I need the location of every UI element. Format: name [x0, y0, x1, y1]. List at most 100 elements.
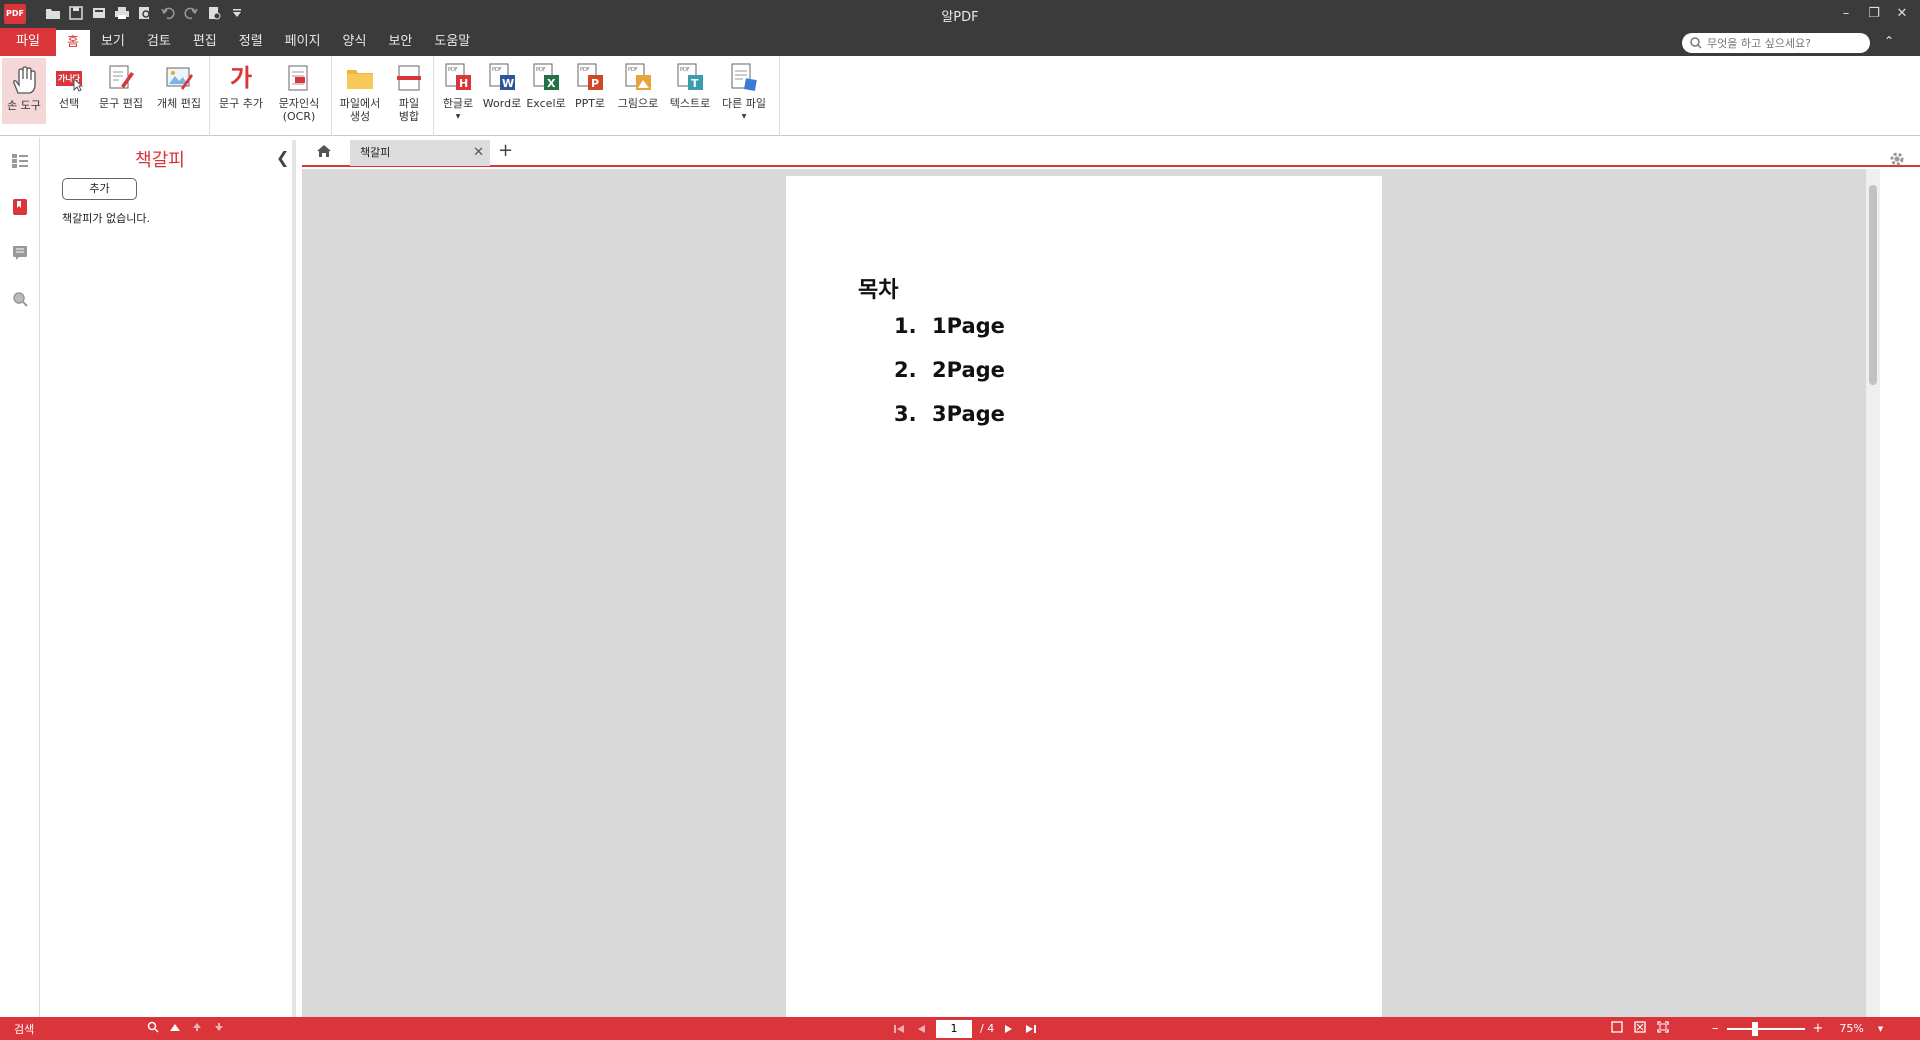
zoom-slider-handle[interactable] — [1751, 1021, 1758, 1036]
restore-button[interactable]: ❐ — [1862, 2, 1886, 24]
convert-text-label: 텍스트로 — [669, 97, 711, 110]
scrollbar-thumb[interactable] — [1869, 185, 1877, 385]
svg-text:T: T — [691, 77, 699, 90]
convert-image-label: 그림으로 — [617, 97, 659, 110]
close-icon[interactable]: ✕ — [473, 140, 484, 166]
add-bookmark-button[interactable]: 추가 — [62, 178, 137, 200]
toc-heading: 목차 — [858, 278, 899, 303]
gear-icon[interactable] — [1888, 150, 1906, 168]
toc-item: 2. 2Page — [894, 358, 1005, 382]
edit-object-button[interactable]: 개체 편집 — [150, 56, 208, 126]
convert-excel-button[interactable]: PDF X Excel로 — [524, 56, 568, 126]
other-file-icon — [728, 62, 760, 94]
title-bar: PDF 알PDF – ❐ ✕ — [0, 0, 1920, 28]
select-label: 선택 — [58, 97, 80, 110]
first-page-icon[interactable] — [892, 1022, 906, 1036]
word-icon: PDF W — [486, 62, 518, 94]
home-icon[interactable] — [316, 143, 332, 159]
convert-hwp-button[interactable]: PDF H 한글로 ▼ — [436, 56, 480, 126]
undo-icon[interactable] — [159, 4, 177, 22]
previous-result-icon[interactable] — [190, 1020, 204, 1034]
last-page-icon[interactable] — [1024, 1022, 1038, 1036]
zoom-in-button[interactable]: + — [1813, 1021, 1824, 1036]
ppt-icon: PDF P — [574, 62, 606, 94]
convert-text-button[interactable]: PDF T 텍스트로 — [664, 56, 716, 126]
select-button[interactable]: 가나다 선택 — [46, 56, 92, 126]
convert-word-label: Word로 — [482, 97, 522, 110]
tab-security[interactable]: 보안 — [377, 28, 423, 56]
image-icon: PDF — [622, 62, 654, 94]
fit-width-icon[interactable] — [1656, 1020, 1670, 1034]
bookmark-icon[interactable] — [10, 197, 30, 217]
close-button[interactable]: ✕ — [1890, 2, 1914, 24]
bookmark-panel: 책갈피 ❮ 추가 책갈피가 없습니다. — [44, 140, 296, 1017]
tab-edit[interactable]: 편집 — [182, 28, 228, 56]
zoom-level: 75% — [1839, 1022, 1864, 1035]
tab-review[interactable]: 검토 — [136, 28, 182, 56]
tab-view[interactable]: 보기 — [90, 28, 136, 56]
print-preview-icon[interactable] — [136, 4, 154, 22]
print-icon[interactable] — [113, 4, 131, 22]
search-options-icon[interactable] — [168, 1020, 182, 1034]
next-page-icon[interactable] — [1002, 1022, 1016, 1036]
customize-dropdown-icon[interactable] — [228, 4, 246, 22]
zoom-slider[interactable] — [1726, 1021, 1805, 1036]
redo-icon[interactable] — [182, 4, 200, 22]
minimize-button[interactable]: – — [1834, 2, 1858, 24]
save-as-icon[interactable] — [90, 4, 108, 22]
window-title: 알PDF — [941, 10, 979, 25]
collapse-ribbon-button[interactable]: ⌃ — [1884, 34, 1894, 48]
svg-text:P: P — [591, 77, 599, 90]
tab-page[interactable]: 페이지 — [274, 28, 332, 56]
collapse-panel-icon[interactable]: ❮ — [276, 148, 289, 167]
svg-text:W: W — [502, 77, 514, 90]
chevron-down-icon[interactable]: ▼ — [1878, 1025, 1883, 1033]
convert-other-button[interactable]: 다른 파일 ▼ — [716, 56, 772, 126]
add-text-icon: 가 — [229, 63, 253, 92]
empty-message: 책갈피가 없습니다. — [62, 212, 150, 225]
zoom-out-button[interactable]: – — [1712, 1021, 1719, 1036]
convert-ppt-button[interactable]: PDF P PPT로 — [568, 56, 612, 126]
create-from-file-button[interactable]: 파일에서 생성 — [334, 56, 386, 126]
new-tab-button[interactable]: + — [498, 140, 513, 161]
hand-tool-button[interactable]: 손 도구 — [2, 58, 46, 124]
thumbnails-icon[interactable] — [10, 151, 30, 171]
tab-help[interactable]: 도움말 — [423, 28, 481, 56]
search-icon[interactable] — [146, 1020, 160, 1034]
single-page-icon[interactable] — [1610, 1020, 1624, 1034]
save-icon[interactable] — [67, 4, 85, 22]
edit-object-label: 개체 편집 — [157, 97, 201, 110]
convert-hwp-label: 한글로 — [442, 97, 474, 110]
ribbon-group-create: 파일에서 생성 파일 병합 — [334, 56, 434, 136]
comment-icon[interactable] — [10, 243, 30, 263]
merge-files-button[interactable]: 파일 병합 — [386, 56, 432, 126]
app-logo: PDF — [4, 4, 26, 24]
search-label: 검색 — [14, 1023, 35, 1036]
file-menu[interactable]: 파일 — [0, 28, 56, 56]
tab-arrange[interactable]: 정렬 — [228, 28, 274, 56]
search-icon[interactable] — [10, 289, 30, 309]
convert-image-button[interactable]: PDF 그림으로 — [612, 56, 664, 126]
quick-access-toolbar — [44, 4, 246, 22]
next-result-icon[interactable] — [212, 1020, 226, 1034]
open-folder-icon[interactable] — [44, 4, 62, 22]
new-document-icon[interactable] — [205, 4, 223, 22]
add-text-button[interactable]: 가 문구 추가 — [212, 56, 270, 126]
convert-word-button[interactable]: PDF W Word로 — [480, 56, 524, 126]
svg-text:H: H — [459, 77, 468, 90]
edit-text-button[interactable]: 문구 편집 — [92, 56, 150, 126]
tab-home[interactable]: 홈 — [56, 30, 90, 56]
ocr-button[interactable]: 문자인식 (OCR) — [270, 56, 328, 126]
fit-page-icon[interactable] — [1633, 1020, 1647, 1034]
vertical-scrollbar[interactable] — [1866, 169, 1880, 1017]
help-search-input[interactable] — [1707, 36, 1857, 50]
tab-document[interactable]: 책갈피 ✕ — [350, 140, 490, 166]
previous-page-icon[interactable] — [914, 1022, 928, 1036]
view-modes — [1610, 1020, 1670, 1034]
ribbon-group-convert: PDF H 한글로 ▼ PDF W Word로 PDF X Excel로 PDF P P… — [436, 56, 780, 136]
status-bar: 검색 / 4 – + 75% ▼ — [0, 1017, 1920, 1040]
page-number-input[interactable] — [936, 1019, 972, 1038]
document-viewer[interactable]: 목차 1. 1Page 2. 2Page 3. 3Page — [302, 169, 1868, 1017]
tab-form[interactable]: 양식 — [332, 28, 378, 56]
help-search-box[interactable] — [1682, 33, 1870, 53]
